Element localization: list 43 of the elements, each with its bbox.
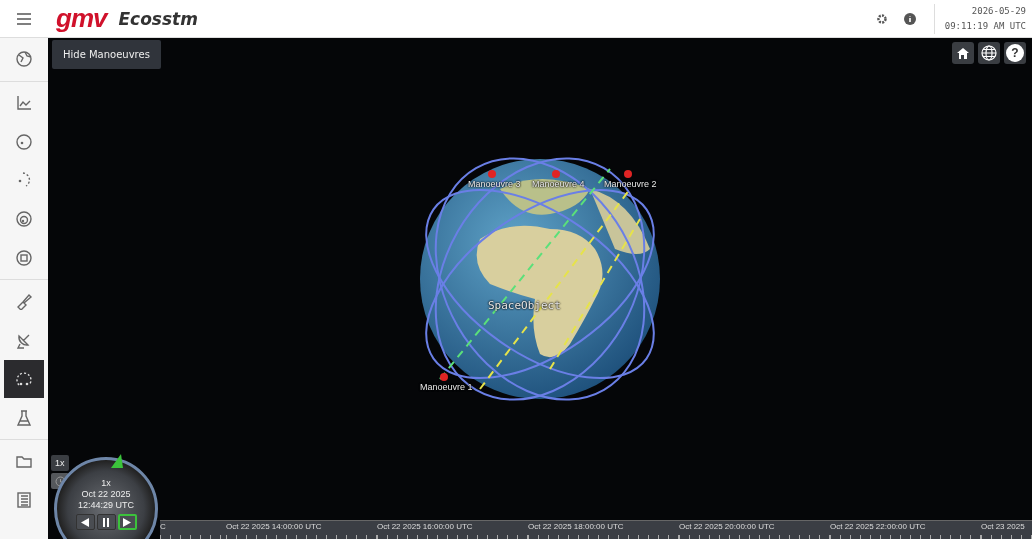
target-icon: [15, 210, 33, 229]
line-chart-icon: [15, 94, 33, 113]
help-button[interactable]: ?: [1004, 42, 1026, 64]
sidebar-item[interactable]: [4, 359, 44, 399]
manoeuvre-marker-icon: [488, 169, 496, 178]
manoeuvre-marker-icon: [552, 169, 560, 178]
speed-button[interactable]: 1x: [51, 455, 69, 471]
play-button[interactable]: [117, 514, 137, 530]
pause-button[interactable]: [96, 514, 116, 530]
satellite-icon: [15, 292, 33, 311]
app-title: Ecosstm: [118, 8, 198, 29]
orbit-icon: [15, 132, 33, 151]
shuttle-needle-icon[interactable]: [111, 454, 123, 468]
square-circle-icon: [15, 248, 33, 267]
current-date: 2026-05-29: [970, 4, 1026, 18]
timeline[interactable]: C Oct 22 2025 14:00:00 UTC Oct 22 2025 16:00:00 UTC Oct 22 2025 18:00:00 UTC Oct 22 2025 20:00:00 UTC Oct 22 2025 22:00:00 UTC Oct 23 2025: [160, 520, 1032, 539]
timeline-label: Oct 23 2025: [981, 521, 1032, 539]
globe-icon[interactable]: [978, 42, 1000, 64]
animation-date: Oct 22 2025: [81, 489, 131, 500]
current-time: 09:11:19 AM UTC: [944, 19, 1026, 33]
animation-time: 12:44:29 UTC: [78, 500, 134, 511]
timeline-label: Oct 22 2025 20:00:00 UTC: [679, 521, 830, 539]
reverse-button[interactable]: [75, 514, 95, 530]
manoeuvre-label: Manoeuvre 1: [420, 381, 473, 392]
manoeuvre-marker-icon: [624, 169, 632, 178]
timeline-label: Oct 22 2025 14:00:00 UTC: [226, 521, 377, 539]
manoeuvre-label: Manoeuvre 3: [468, 178, 521, 189]
flask-icon: [15, 408, 33, 427]
manoeuvre-label: Manoeuvre 4: [532, 178, 585, 189]
animation-speed: 1x: [101, 478, 111, 489]
dotted-gauge-icon: [15, 369, 33, 388]
pause-icon: [102, 517, 110, 527]
hide-manoeuvres-button[interactable]: Hide Manoeuvres: [52, 40, 161, 69]
back-icon: [81, 517, 89, 527]
globe-icon: [15, 50, 33, 69]
list-icon: [15, 490, 33, 509]
play-icon: [123, 517, 131, 527]
home-icon[interactable]: [952, 42, 974, 64]
timeline-label: Oct 22 2025 18:00:00 UTC: [528, 521, 679, 539]
timeline-label: Oct 22 2025 22:00:00 UTC: [830, 521, 981, 539]
manoeuvre-marker-icon: [440, 372, 448, 381]
logo: gmv: [56, 3, 107, 34]
timeline-label: Oct 22 2025 16:00:00 UTC: [377, 521, 528, 539]
